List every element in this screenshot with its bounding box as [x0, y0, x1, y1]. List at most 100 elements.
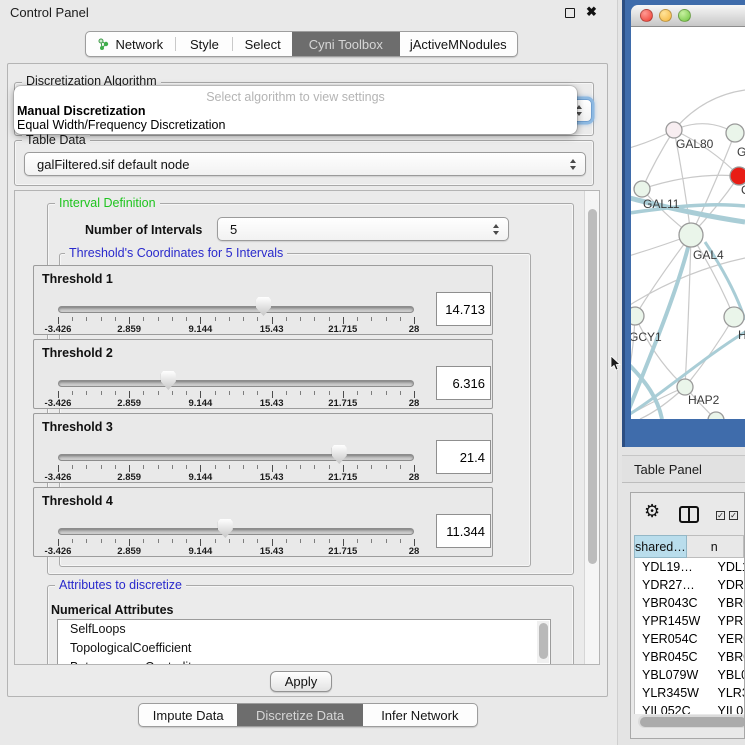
network-node-label: HAP2 — [688, 393, 720, 407]
table-row[interactable]: YBL079WYBL0 — [635, 666, 745, 684]
algorithm-option-manual[interactable]: Manual Discretization — [17, 104, 146, 118]
tab-select[interactable]: Select — [233, 32, 292, 56]
network-node-gcy1[interactable] — [631, 307, 644, 325]
network-node-gal4[interactable] — [679, 223, 703, 247]
cell-name[interactable]: YPR1 — [710, 614, 745, 628]
network-node-gal11[interactable] — [634, 181, 650, 197]
gear-icon[interactable]: ⚙ — [644, 502, 660, 520]
list-scrollbar[interactable] — [537, 621, 549, 663]
list-scrollbar-thumb[interactable] — [539, 623, 548, 659]
cell-shared-name[interactable]: YBL079W — [635, 668, 710, 682]
table-rows: YDL19…YDL1YDR27…YDR2YBR043CYBR0YPR145WYP… — [634, 558, 745, 714]
panel-scrollbar-thumb[interactable] — [588, 209, 597, 564]
table-panel-title: Table Panel — [622, 462, 702, 477]
table-row[interactable]: YPR145WYPR1 — [635, 612, 745, 630]
cell-name[interactable]: YIL0 — [710, 704, 745, 714]
table-row[interactable]: YER054CYER0 — [635, 630, 745, 648]
network-node-h[interactable] — [724, 307, 744, 327]
attribute-list-item[interactable]: BetweennessCentrality — [58, 658, 550, 665]
apply-button[interactable]: Apply — [270, 671, 332, 692]
tab-network[interactable]: Network — [86, 32, 176, 56]
column-header-name[interactable]: n — [687, 535, 744, 558]
float-window-icon[interactable] — [565, 8, 575, 18]
cell-name[interactable]: YBR0 — [710, 650, 745, 664]
checkbox-icon[interactable]: ✓ — [729, 511, 738, 520]
cell-shared-name[interactable]: YBR045C — [635, 650, 710, 664]
network-node[interactable] — [708, 412, 724, 419]
numerical-attributes-list[interactable]: SelfLoopsTopologicalCoefficientBetweenne… — [57, 619, 551, 665]
table-header: shared… n — [634, 535, 744, 558]
minimize-traffic-light-icon[interactable] — [659, 9, 672, 22]
network-node-label: GAL11 — [643, 197, 680, 211]
tab-discretize-data[interactable]: Discretize Data — [237, 704, 362, 726]
cell-shared-name[interactable]: YDL19… — [635, 560, 710, 574]
table-row[interactable]: YBR045CYBR0 — [635, 648, 745, 666]
threshold-value-field[interactable]: 6.316 — [436, 366, 491, 400]
table-data-combobox[interactable]: galFiltered.sif default node — [24, 152, 586, 176]
network-node-gal80[interactable] — [666, 122, 682, 138]
column-header-shared-name[interactable]: shared… — [634, 535, 687, 558]
close-icon[interactable]: ✖ — [586, 4, 597, 20]
table-row[interactable]: YLR345WYLR3 — [635, 684, 745, 702]
threshold-value-field[interactable]: 21.4 — [436, 440, 491, 474]
algorithm-placeholder-option[interactable]: Select algorithm to view settings — [14, 90, 577, 104]
number-of-intervals-combobox[interactable]: 5 — [217, 217, 509, 241]
network-window-titlebar[interactable] — [631, 5, 745, 27]
network-node-label: H — [738, 328, 745, 342]
table-row[interactable]: YDR27…YDR2 — [635, 576, 745, 594]
horizontal-scrollbar[interactable] — [638, 715, 745, 728]
slider-handle[interactable] — [332, 445, 347, 464]
table-row[interactable]: YIL052CYIL0 — [635, 702, 745, 714]
slider-track[interactable] — [58, 528, 414, 535]
slider-handle[interactable] — [161, 371, 176, 390]
network-edge[interactable] — [642, 130, 674, 189]
network-edge[interactable] — [635, 235, 691, 316]
network-canvas[interactable]: GAL80GACGAL11GAL4GCY1HHAP2 — [631, 27, 745, 419]
bottom-tabs: Impute Data Discretize Data Infer Networ… — [138, 703, 478, 727]
attribute-list-item[interactable]: TopologicalCoefficient — [58, 639, 550, 658]
node-table: shared… n YDL19…YDL1YDR27…YDR2YBR043CYBR… — [634, 535, 744, 738]
cell-shared-name[interactable]: YBR043C — [635, 596, 710, 610]
slider-tick-labels: -3.4262.8599.14415.4321.71528 — [58, 472, 414, 484]
columns-icon[interactable] — [679, 506, 699, 523]
close-traffic-light-icon[interactable] — [640, 9, 653, 22]
horizontal-scrollbar-thumb[interactable] — [640, 717, 745, 727]
slider-track[interactable] — [58, 380, 414, 387]
cell-name[interactable]: YBR0 — [710, 596, 745, 610]
cell-name[interactable]: YER0 — [710, 632, 745, 646]
tab-cyni-toolbox[interactable]: Cyni Toolbox — [292, 32, 400, 56]
table-row[interactable]: YDL19…YDL1 — [635, 558, 745, 576]
panel-scrollbar[interactable] — [584, 191, 599, 664]
table-row[interactable]: YBR043CYBR0 — [635, 594, 745, 612]
tab-impute-data[interactable]: Impute Data — [139, 704, 237, 726]
threshold-value-field[interactable]: 11.344 — [436, 514, 491, 548]
control-panel-title: Control Panel — [10, 5, 89, 20]
slider-handle[interactable] — [218, 519, 233, 538]
cell-shared-name[interactable]: YIL052C — [635, 704, 710, 714]
cell-name[interactable]: YDL1 — [710, 560, 745, 574]
slider-track[interactable] — [58, 306, 414, 313]
network-edge[interactable] — [685, 317, 734, 387]
algorithm-option-equal-width[interactable]: Equal Width/Frequency Discretization — [17, 118, 225, 132]
cell-shared-name[interactable]: YLR345W — [635, 686, 710, 700]
network-edge[interactable] — [631, 316, 635, 400]
slider-handle[interactable] — [256, 297, 271, 316]
cell-shared-name[interactable]: YER054C — [635, 632, 710, 646]
network-edge[interactable] — [642, 175, 739, 189]
cell-name[interactable]: YLR3 — [710, 686, 745, 700]
tab-infer-network[interactable]: Infer Network — [363, 704, 477, 726]
cell-name[interactable]: YBL0 — [710, 668, 745, 682]
threshold-value-field[interactable]: 14.713 — [436, 292, 491, 326]
cell-shared-name[interactable]: YDR27… — [635, 578, 710, 592]
checkbox-icon[interactable]: ✓ — [716, 511, 725, 520]
network-node-ga[interactable] — [726, 124, 744, 142]
cell-name[interactable]: YDR2 — [710, 578, 745, 592]
tab-jactivemnodules[interactable]: jActiveMNodules — [400, 32, 517, 56]
cell-shared-name[interactable]: YPR145W — [635, 614, 710, 628]
interval-definition-label: Interval Definition — [55, 196, 160, 210]
zoom-traffic-light-icon[interactable] — [678, 9, 691, 22]
tab-style[interactable]: Style — [176, 32, 234, 56]
slider-tick-labels: -3.4262.8599.14415.4321.71528 — [58, 398, 414, 410]
attribute-list-item[interactable]: SelfLoops — [58, 620, 550, 639]
slider-track[interactable] — [58, 454, 414, 461]
